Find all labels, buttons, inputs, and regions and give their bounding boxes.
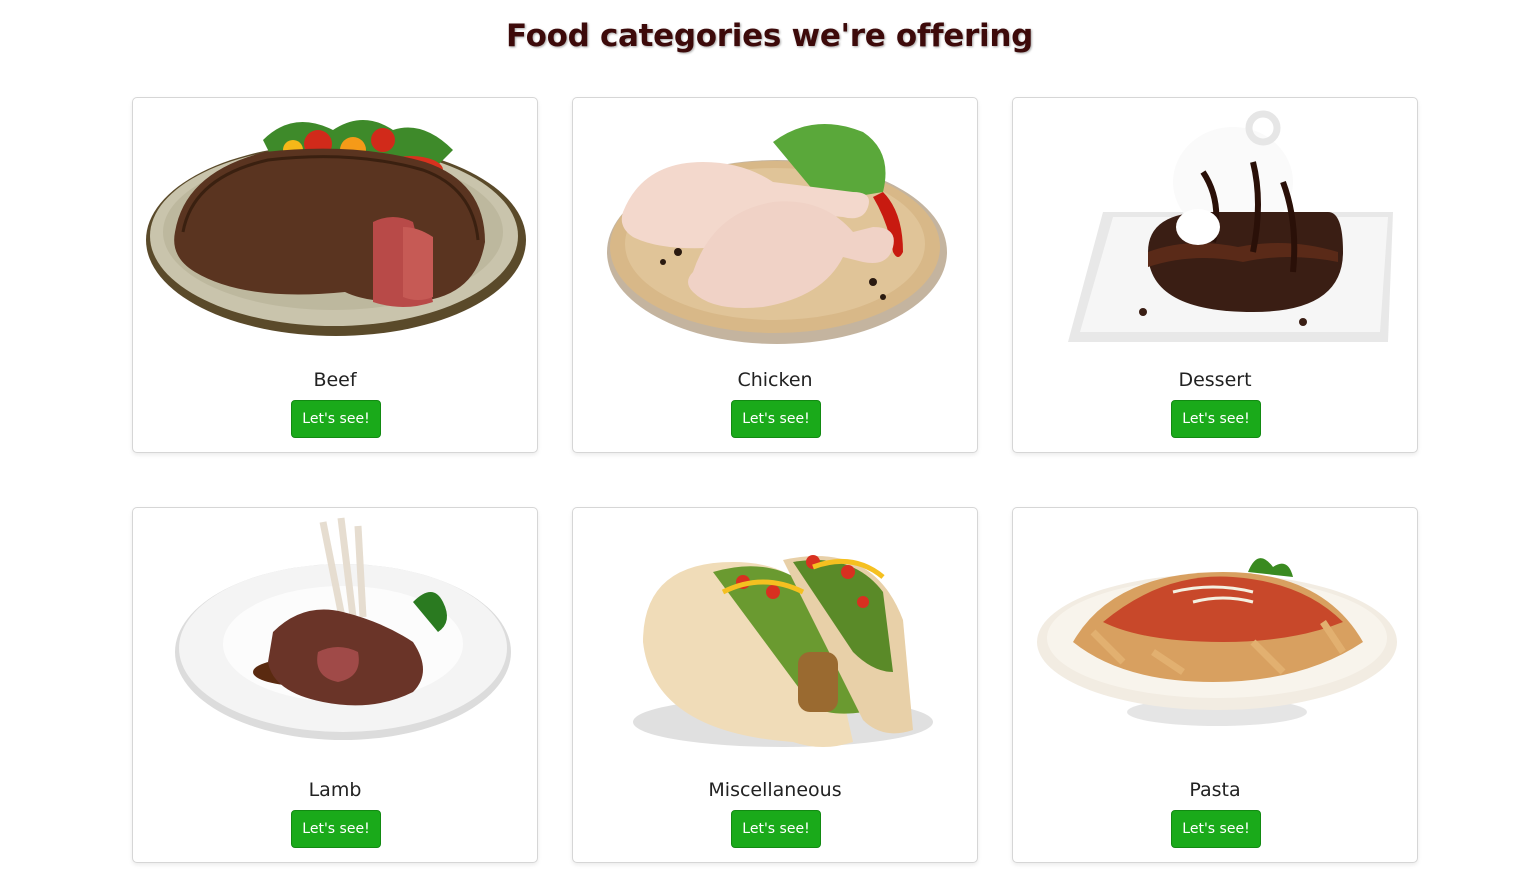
category-card-dessert: Dessert Let's see! xyxy=(1012,97,1418,453)
category-card-pasta: Pasta Let's see! xyxy=(1012,507,1418,863)
lamb-chops-image xyxy=(175,517,511,740)
category-card-miscellaneous: Miscellaneous Let's see! xyxy=(572,507,978,863)
category-card-lamb: Lamb Let's see! xyxy=(132,507,538,863)
category-name: Beef xyxy=(313,369,357,391)
lets-see-miscellaneous-button[interactable]: Let's see! xyxy=(731,810,821,848)
pasta-bowl-image xyxy=(1037,558,1397,726)
lets-see-chicken-button[interactable]: Let's see! xyxy=(731,400,821,438)
chicken-legs-image xyxy=(607,124,947,344)
beef-steak-image xyxy=(146,120,526,336)
lets-see-dessert-button[interactable]: Let's see! xyxy=(1171,400,1261,438)
category-name: Lamb xyxy=(308,779,362,801)
category-name: Miscellaneous xyxy=(708,779,842,801)
category-name: Pasta xyxy=(1189,779,1241,801)
chocolate-dessert-image xyxy=(1068,110,1393,342)
lets-see-beef-button[interactable]: Let's see! xyxy=(291,400,381,438)
lets-see-lamb-button[interactable]: Let's see! xyxy=(291,810,381,848)
category-card-chicken: Chicken Let's see! xyxy=(572,97,978,453)
page-title: Food categories we're offering xyxy=(505,18,1034,54)
category-name: Chicken xyxy=(737,369,813,391)
category-card-beef: Beef Let's see! xyxy=(132,97,538,453)
category-name: Dessert xyxy=(1178,369,1252,391)
tacos-image xyxy=(633,555,933,747)
lets-see-pasta-button[interactable]: Let's see! xyxy=(1171,810,1261,848)
